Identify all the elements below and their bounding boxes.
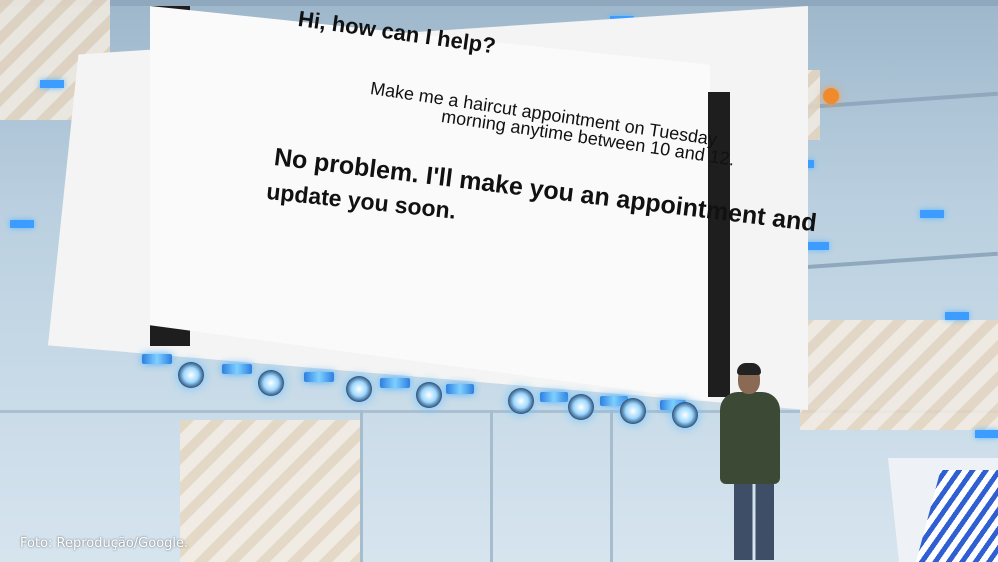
stage-light (975, 430, 998, 438)
wood-slats (180, 420, 360, 562)
orange-light (823, 88, 839, 104)
floor-post (360, 410, 363, 562)
stage-photo: Hi, how can I help? Make me a haircut ap… (0, 0, 998, 562)
spotlight (508, 388, 534, 414)
stage-light (805, 242, 829, 250)
spotlight (178, 362, 204, 388)
top-truss (0, 0, 998, 6)
light-strip (446, 384, 474, 394)
stage-light (945, 312, 969, 320)
speaker-hair (737, 363, 761, 375)
light-strip (304, 372, 334, 382)
spotlight (416, 382, 442, 408)
floor-post (610, 410, 613, 562)
photo-credit: Foto: Reprodução/Google. (20, 536, 189, 551)
speaker-torso (720, 392, 780, 484)
light-strip (142, 354, 172, 364)
floor-post (490, 410, 493, 562)
spotlight (346, 376, 372, 402)
light-strip (380, 378, 410, 388)
spotlight (672, 402, 698, 428)
stage-light (920, 210, 944, 218)
stage-light (10, 220, 34, 228)
light-strip (222, 364, 252, 374)
spotlight (568, 394, 594, 420)
spotlight (620, 398, 646, 424)
spotlight (258, 370, 284, 396)
speaker-legs (734, 480, 774, 560)
stage-light (40, 80, 64, 88)
light-strip (540, 392, 568, 402)
wood-slats (800, 320, 998, 430)
